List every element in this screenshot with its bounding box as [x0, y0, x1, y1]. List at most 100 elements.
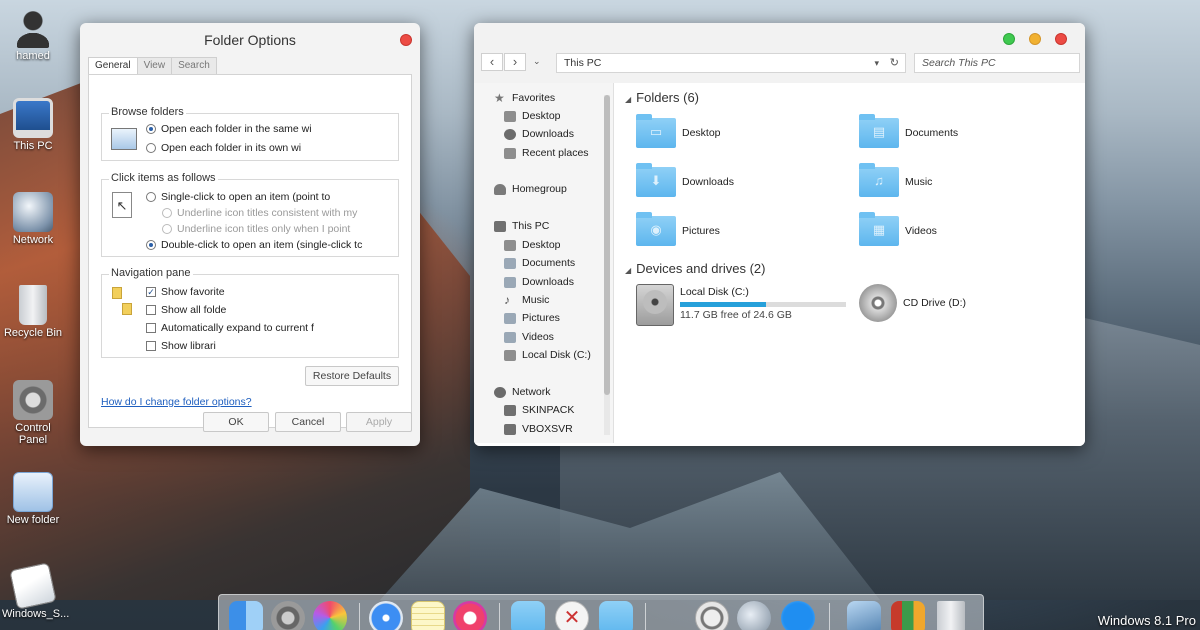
close-button[interactable] [400, 34, 412, 46]
documents-icon [504, 257, 516, 269]
ok-button[interactable]: OK [203, 412, 269, 432]
browse-own-window-radio[interactable]: Open each folder in its own wi [146, 142, 301, 154]
desktop-icon-control-panel[interactable]: Control Panel [2, 380, 64, 446]
documents-folder-icon: ▤ [859, 114, 899, 148]
music-icon: ♪ [504, 292, 510, 307]
nav-label: Homegroup [512, 183, 567, 195]
help-link[interactable]: How do I change folder options? [101, 396, 252, 408]
tab-general[interactable]: General [88, 57, 138, 74]
devices-section-header[interactable]: ◢ Devices and drives (2) [625, 261, 765, 276]
explorer-body: ★ Favorites Desktop Downloads Recent plac… [474, 83, 1085, 446]
trash-icon[interactable] [937, 601, 965, 630]
downloads-icon [504, 276, 516, 288]
recent-places-icon [504, 147, 516, 159]
radio-indicator [146, 124, 156, 134]
preview-icon[interactable] [847, 601, 881, 630]
folder-options-window: Folder Options General View Search Brows… [80, 23, 420, 446]
option-label: Open each folder in the same wi [161, 123, 312, 135]
show-favorites-checkbox[interactable]: ✓ Show favorite [146, 286, 225, 298]
nav-fav-desktop[interactable]: Desktop [504, 110, 561, 122]
single-click-radio[interactable]: Single-click to open an item (point to [146, 191, 330, 203]
restore-defaults-button[interactable]: Restore Defaults [305, 366, 399, 386]
desktop-icon-user[interactable]: hamed [2, 8, 64, 62]
desktop-icon-windows-s[interactable]: Windows_S... [2, 562, 69, 620]
nav-label: Downloads [522, 276, 574, 288]
checkbox-indicator [146, 323, 156, 333]
photo-booth-icon[interactable] [891, 601, 925, 630]
recent-locations-button[interactable]: ⌄ [533, 56, 541, 67]
folder-downloads[interactable]: ⬇ Downloads [636, 163, 734, 197]
maximize-button[interactable] [1003, 33, 1015, 45]
power-icon[interactable] [695, 601, 729, 630]
search-input[interactable]: Search This PC [914, 53, 1080, 73]
underline-consistent-radio[interactable]: Underline icon titles consistent with my [162, 207, 357, 219]
tab-view[interactable]: View [136, 57, 173, 74]
nav-fav-recent[interactable]: Recent places [504, 147, 589, 159]
app-store-icon[interactable] [781, 601, 815, 630]
minimize-button[interactable] [1029, 33, 1041, 45]
nav-this-pc[interactable]: This PC [494, 220, 549, 232]
nav-fav-downloads[interactable]: Downloads [504, 128, 574, 140]
finder-icon[interactable] [229, 601, 263, 630]
nav-pc-music[interactable]: ♪ Music [504, 292, 549, 307]
nav-pc-documents[interactable]: Documents [504, 257, 575, 269]
nav-network[interactable]: Network [494, 386, 551, 398]
double-click-radio[interactable]: Double-click to open an item (single-cli… [146, 239, 362, 251]
desktop-icon-label: This PC [13, 140, 53, 152]
chevron-down-icon[interactable]: ▾ [874, 54, 879, 72]
show-all-folders-checkbox[interactable]: Show all folde [146, 304, 226, 316]
folder-videos[interactable]: ▦ Videos [859, 212, 937, 246]
network-icon [13, 192, 53, 232]
rocket-icon[interactable] [737, 601, 771, 630]
desktop-icon-new-folder[interactable]: New folder [2, 472, 64, 526]
close-button[interactable] [1055, 33, 1067, 45]
forward-button[interactable]: › [504, 53, 526, 71]
scroll-thumb[interactable] [604, 95, 610, 395]
nav-pc-desktop[interactable]: Desktop [504, 239, 561, 251]
homegroup-icon [494, 183, 506, 195]
game-center-icon[interactable] [313, 601, 347, 630]
nav-pc-local-disk[interactable]: Local Disk (C:) [504, 349, 591, 361]
cancel-button[interactable]: Cancel [275, 412, 341, 432]
nav-homegroup[interactable]: Homegroup [494, 183, 567, 195]
nav-pc-videos[interactable]: Videos [504, 331, 554, 343]
hard-drive-icon [636, 284, 674, 326]
nav-pc-downloads[interactable]: Downloads [504, 276, 574, 288]
auto-expand-checkbox[interactable]: Automatically expand to current f [146, 322, 314, 334]
network-icon [494, 386, 506, 398]
x-icon[interactable]: ✕ [555, 601, 589, 630]
drive-cd[interactable]: CD Drive (D:) [859, 284, 966, 322]
folder-music[interactable]: ♫ Music [859, 163, 932, 197]
browse-same-window-radio[interactable]: Open each folder in the same wi [146, 123, 312, 135]
back-button[interactable]: ‹ [481, 53, 503, 71]
search-placeholder: Search This PC [922, 57, 996, 69]
show-libraries-checkbox[interactable]: Show librari [146, 340, 216, 352]
chevron-right-icon: › [512, 54, 518, 69]
checkbox-indicator [146, 341, 156, 351]
radio-indicator [146, 143, 156, 153]
nav-favorites[interactable]: ★ Favorites [494, 92, 555, 105]
nav-net-skinpack[interactable]: SKINPACK [504, 404, 574, 416]
refresh-icon[interactable]: ↻ [890, 54, 899, 72]
underline-point-radio[interactable]: Underline icon titles only when I point [162, 223, 350, 235]
notes-icon[interactable] [411, 601, 445, 630]
nav-scrollbar[interactable] [604, 95, 610, 435]
apply-button[interactable]: Apply [346, 412, 412, 432]
system-preferences-icon[interactable] [271, 601, 305, 630]
desktop-icon-recycle-bin[interactable]: Recycle Bin [2, 285, 64, 339]
folder-pictures[interactable]: ◉ Pictures [636, 212, 720, 246]
nav-pc-pictures[interactable]: Pictures [504, 312, 560, 324]
safari-icon[interactable] [369, 601, 403, 630]
drive-local-disk[interactable]: Local Disk (C:) 11.7 GB free of 24.6 GB [636, 284, 846, 326]
nav-net-vboxsvr[interactable]: VBOXSVR [504, 423, 573, 435]
tab-search[interactable]: Search [171, 57, 217, 74]
apps-folder-icon[interactable] [599, 601, 633, 630]
folders-section-header[interactable]: ◢ Folders (6) [625, 90, 699, 105]
folder-desktop[interactable]: ▭ Desktop [636, 114, 721, 148]
itunes-icon[interactable] [453, 601, 487, 630]
desktop-icon-this-pc[interactable]: This PC [2, 98, 64, 152]
folder-documents[interactable]: ▤ Documents [859, 114, 958, 148]
address-bar[interactable]: This PC ▾ ↻ [556, 53, 906, 73]
desktop-icon-network[interactable]: Network [2, 192, 64, 246]
folder-icon[interactable] [511, 601, 545, 630]
